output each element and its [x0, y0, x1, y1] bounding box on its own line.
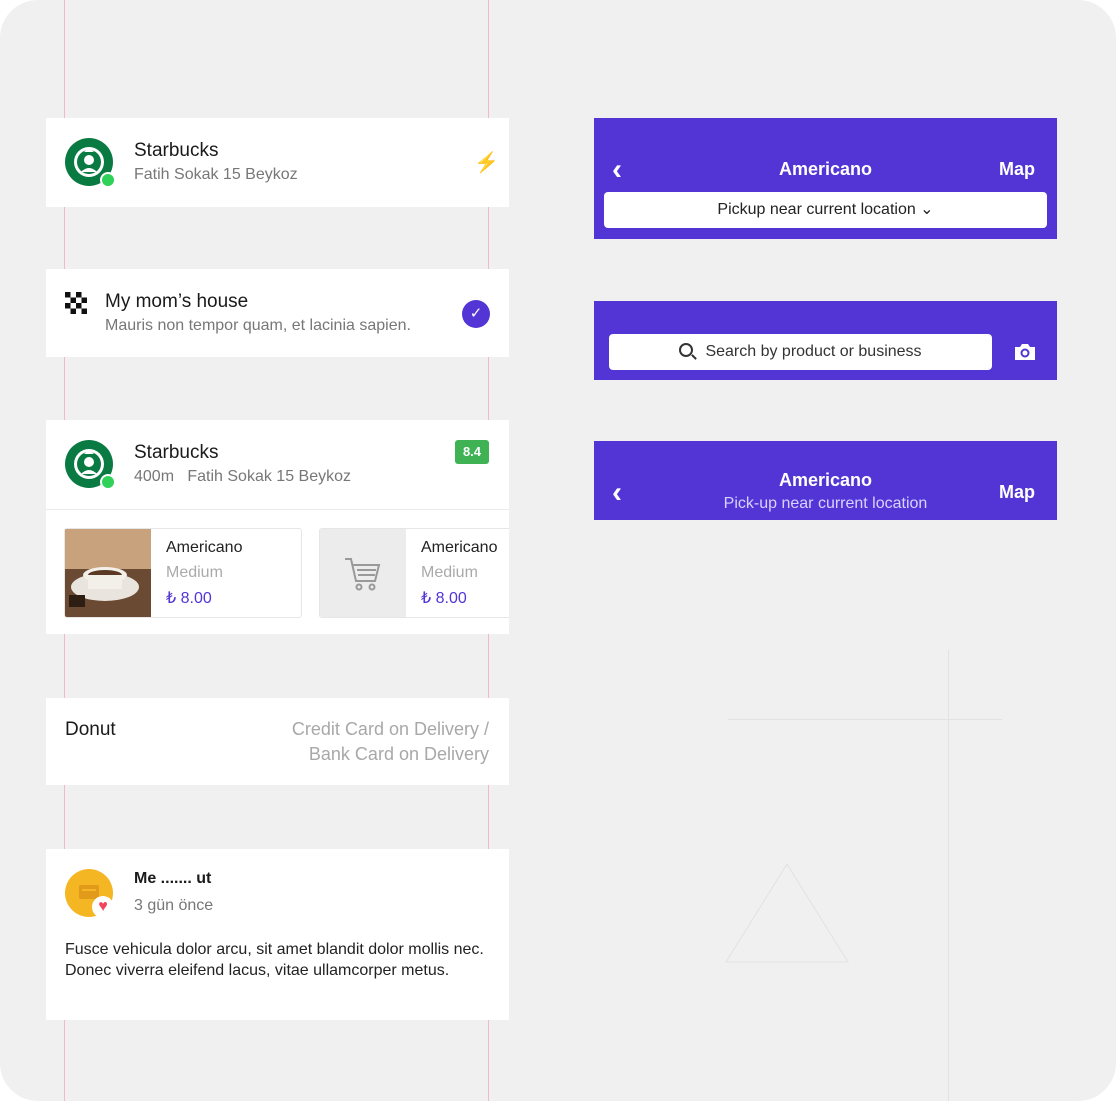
product-size: Medium — [166, 564, 223, 581]
product-price: ₺ 8.00 — [166, 590, 212, 607]
online-status-icon — [100, 172, 116, 188]
decor-line-horizontal — [728, 719, 1002, 720]
app-bar-subtitle: ‹ Americano Pick-up near current locatio… — [594, 441, 1057, 520]
shopping-cart-icon — [345, 558, 381, 591]
payment-method-line1: Credit Card on Delivery / — [291, 719, 489, 739]
payment-method-line2: Bank Card on Delivery — [308, 744, 489, 764]
decor-line-vertical — [948, 650, 949, 1101]
search-icon — [679, 342, 694, 357]
app-bar-pickup: ‹ Americano Map Pickup near current loca… — [594, 118, 1057, 239]
product-name: Americano — [166, 539, 243, 556]
product-card[interactable]: Americano Medium ₺ 8.00 — [64, 528, 302, 618]
product-name: Americano — [421, 539, 498, 556]
store-name: Starbucks — [134, 442, 219, 463]
store-products-card[interactable]: Starbucks 400m Fatih Sokak 15 Beykoz 8.4… — [46, 420, 509, 634]
product-price: ₺ 8.00 — [421, 590, 467, 607]
heart-icon: ♥ — [92, 896, 114, 918]
selected-check-icon[interactable]: ✓ — [462, 300, 490, 328]
store-row-card[interactable]: Starbucks Fatih Sokak 15 Beykoz ⚡ — [46, 118, 509, 207]
search-input[interactable]: Search by product or business — [609, 334, 992, 370]
decor-triangle — [725, 863, 849, 963]
review-time: 3 gün önce — [134, 897, 214, 914]
review-text: Fusce vehicula dolor arcu, sit amet blan… — [65, 941, 484, 979]
search-placeholder: Search by product or business — [705, 343, 922, 360]
coffee-photo — [65, 529, 151, 617]
address-title: My mom’s house — [105, 291, 249, 312]
review-card: ♥ Me ....... ut 3 gün önce Fusce vehicul… — [46, 849, 509, 1020]
checkered-flag-icon — [65, 292, 87, 314]
address-row-card[interactable]: My mom’s house Mauris non tempor quam, e… — [46, 269, 509, 357]
app-bar-subtitle: Pick-up near current location — [723, 495, 928, 512]
store-address: Fatih Sokak 15 Beykoz — [134, 166, 298, 183]
store-distance-address: 400m Fatih Sokak 15 Beykoz — [134, 468, 351, 485]
app-bar-search: Search by product or business — [594, 301, 1057, 380]
product-card[interactable]: Americano Medium ₺ 8.00 — [319, 528, 509, 618]
store-name: Starbucks — [134, 140, 219, 161]
map-link[interactable]: Map — [999, 482, 1035, 503]
product-size: Medium — [421, 564, 478, 581]
camera-icon[interactable] — [1013, 343, 1037, 361]
rating-badge: 8.4 — [455, 440, 489, 464]
divider — [46, 509, 509, 510]
canvas: Starbucks Fatih Sokak 15 Beykoz ⚡ My mom… — [0, 0, 1116, 1101]
online-status-icon — [100, 474, 116, 490]
app-bar-title: Americano — [778, 159, 873, 179]
payment-row-card[interactable]: Donut Credit Card on Delivery / Bank Car… — [46, 698, 509, 785]
map-link[interactable]: Map — [999, 159, 1035, 180]
payment-item-name: Donut — [65, 719, 116, 740]
payment-method: Credit Card on Delivery / Bank Card on D… — [292, 717, 489, 767]
app-bar-title: Americano — [778, 470, 873, 490]
pickup-location-dropdown[interactable]: Pickup near current location ⌄ — [604, 192, 1047, 228]
address-description: Mauris non tempor quam, et lacinia sapie… — [105, 317, 411, 334]
review-author: Me ....... ut — [134, 870, 212, 887]
bolt-icon: ⚡ — [474, 152, 499, 174]
product-placeholder — [320, 529, 406, 617]
